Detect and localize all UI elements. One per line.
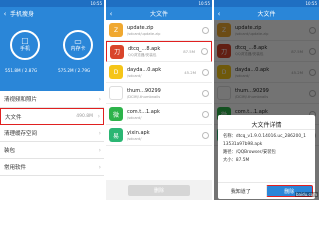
menu-label: 常用软件	[4, 165, 27, 171]
status-time: 10:55	[305, 1, 317, 6]
file-row[interactable]: thum...90299/DCIM/.thumbnails	[106, 83, 212, 104]
file-list: Zupdate.zip/sdcard/update.zip 刀 dtcq_...8.…	[106, 20, 212, 146]
menu-label: 装包	[4, 148, 16, 154]
got-it-button[interactable]: 我知道了	[218, 183, 264, 199]
sdcard-storage-ring[interactable]: ▭ 内存卡	[63, 30, 93, 60]
select-radio[interactable]	[202, 68, 209, 76]
status-time: 10:55	[90, 1, 102, 6]
select-radio[interactable]	[201, 48, 208, 55]
detail-size: 大小：87.5M	[223, 158, 250, 163]
menu-videos-photos[interactable]: 清视频和照片 ›	[0, 91, 104, 108]
sdcard-size: 575.2M / 2.79G	[58, 68, 91, 73]
file-name: thum...90299	[127, 87, 161, 94]
file-name: com.t...1.apk	[127, 108, 160, 115]
file-size: 87.5M	[183, 49, 195, 54]
file-row[interactable]: 刀dtcq_...8.apkQQ浏览器/安装包87.5M	[106, 41, 212, 62]
storage-summary: ☐ 手机 ▭ 内存卡 551.8M / 2.87G 575.2M / 2.79G	[0, 20, 104, 91]
menu-large-files[interactable]: 大文件 490.8M ›	[0, 108, 104, 125]
file-size: 45.2M	[184, 69, 196, 75]
menu-label: 清视频和照片	[4, 97, 38, 103]
large-files-screen: 10:55 ‹ 大文件 Zupdate.zip/sdcard/update.zi…	[106, 0, 212, 200]
watermark: baidu.com	[295, 192, 318, 197]
page-title: 大文件	[149, 11, 168, 18]
file-row[interactable]: 微 com.t...1.apk/sdcard/	[106, 104, 212, 125]
phone-label: 手机	[19, 46, 30, 52]
file-type-icon: Z	[109, 23, 123, 37]
page-title: 手机瘦身	[10, 11, 35, 18]
detail-name-cont: 13531a97b98.apk	[223, 142, 263, 147]
status-time: 10:55	[198, 1, 210, 6]
menu-label: 清理缓存空间	[4, 131, 38, 137]
select-radio[interactable]	[202, 131, 209, 139]
file-detail-dialog: 大文件详情 名称：dtcq_v1.9.0.14016.uc_286200_1 1…	[218, 115, 315, 199]
file-type-icon: D	[109, 65, 123, 79]
select-radio[interactable]	[202, 26, 209, 34]
file-path: /sdcard/update.zip	[127, 31, 161, 36]
phone-slim-screen: 10:55 ‹ 手机瘦身 ☐ 手机 ▭ 内存卡 551.8M / 2.87G 5…	[0, 0, 104, 200]
page-title: 大文件	[257, 11, 276, 18]
menu-common-apps[interactable]: 常用软件 ›	[0, 159, 104, 176]
chevron-right-icon: ›	[98, 129, 101, 137]
chevron-right-icon: ›	[98, 163, 101, 171]
file-type-icon: 微	[109, 107, 123, 121]
file-name: yixin.apk	[127, 129, 150, 136]
title-bar: ‹ 大文件	[106, 7, 212, 20]
file-type-icon	[109, 86, 123, 100]
file-type-icon: 刀	[110, 44, 124, 59]
file-path: /sdcard/	[127, 136, 142, 141]
menu-packages[interactable]: 装包 ›	[0, 142, 104, 159]
file-row[interactable]: Ddayda...0.apk/sdcard/45.2M	[106, 62, 212, 83]
menu-label: 大文件	[5, 114, 22, 121]
sdcard-icon: ▭	[74, 37, 82, 46]
select-radio[interactable]	[202, 89, 209, 97]
phone-icon: ☐	[21, 37, 29, 46]
menu-value: 490.8M	[76, 114, 93, 119]
file-name: dtcq_...8.apk	[128, 45, 161, 52]
status-bar: 10:55	[214, 0, 319, 7]
sdcard-label: 内存卡	[70, 46, 86, 52]
status-bar: 10:55	[106, 0, 212, 7]
back-arrow-icon[interactable]: ‹	[214, 10, 224, 18]
file-path: /DCIM/.thumbnails	[127, 94, 161, 99]
dialog-title: 大文件详情	[218, 115, 315, 130]
file-path: /sdcard/	[127, 73, 142, 78]
chevron-right-icon: ›	[98, 146, 101, 154]
bottom-bar: 删除	[106, 180, 212, 200]
detail-name: 名称：dtcq_v1.9.0.14016.uc_286200_1	[223, 134, 306, 139]
title-bar: ‹ 大文件	[214, 7, 319, 20]
chevron-right-icon: ›	[98, 95, 101, 103]
detail-path: 路径：/QQBrowser/安装包	[223, 150, 276, 155]
chevron-right-icon: ›	[97, 113, 100, 120]
back-arrow-icon[interactable]: ‹	[106, 10, 116, 18]
delete-button[interactable]: 删除	[128, 184, 190, 196]
file-info: update.zip/sdcard/update.zip	[127, 25, 196, 36]
file-info: dayda...0.apk/sdcard/	[127, 67, 184, 78]
phone-size: 551.8M / 2.87G	[5, 68, 38, 73]
file-path: QQ浏览器/安装包	[128, 52, 157, 57]
select-radio[interactable]	[202, 110, 209, 118]
file-path: /sdcard/	[127, 115, 142, 120]
file-info: com.t...1.apk/sdcard/	[127, 109, 196, 120]
file-type-icon: 易	[109, 128, 123, 142]
file-info: thum...90299/DCIM/.thumbnails	[127, 88, 196, 99]
file-detail-screen: 10:55 ‹ 大文件 Zupdate.zip/sdcard/update.zi…	[214, 0, 319, 200]
title-bar: ‹ 手机瘦身	[0, 7, 104, 20]
status-bar: 10:55	[0, 0, 104, 7]
back-arrow-icon[interactable]: ‹	[0, 10, 10, 18]
file-name: dayda...0.apk	[127, 66, 162, 73]
file-info: yixin.apk/sdcard/	[127, 130, 196, 141]
phone-storage-ring[interactable]: ☐ 手机	[10, 30, 40, 60]
file-name: update.zip	[127, 24, 154, 31]
file-info: dtcq_...8.apkQQ浏览器/安装包	[128, 46, 183, 58]
menu-cache[interactable]: 清理缓存空间 ›	[0, 125, 104, 142]
file-row[interactable]: Zupdate.zip/sdcard/update.zip	[106, 20, 212, 41]
file-row[interactable]: 易 yixin.apk/sdcard/	[106, 125, 212, 146]
